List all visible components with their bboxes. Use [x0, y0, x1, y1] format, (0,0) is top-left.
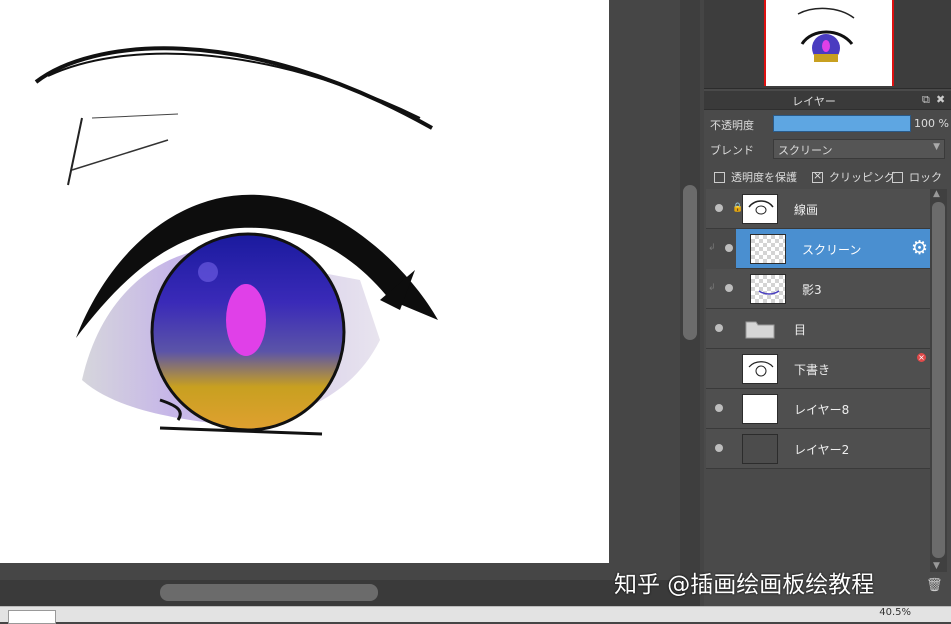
visibility-eye-icon[interactable]: [715, 324, 723, 332]
lock-checkbox[interactable]: ロック: [892, 169, 942, 185]
clipping-checkbox[interactable]: クリッピング: [812, 169, 895, 185]
layer-thumbnail: [750, 274, 786, 304]
blend-label: ブレンド: [710, 144, 754, 157]
right-panel: レイヤー ⧉ ✖ 不透明度 100 % ブレンド スクリーン ▼ 透明度を保護 …: [704, 0, 951, 606]
clipping-label: クリッピング: [829, 171, 895, 184]
opacity-slider[interactable]: [773, 115, 911, 132]
canvas-horizontal-scroll-thumb[interactable]: [160, 584, 378, 601]
layer-name: 線画: [794, 203, 819, 217]
layer-panel-header: レイヤー ⧉ ✖: [704, 91, 951, 110]
layer-list: 🔒 線画 ↲ スクリーン ⚙ ↲ 影3 目 下書き × レイヤー8 レイヤー2: [706, 189, 930, 469]
status-bar: 40.5%: [0, 606, 951, 624]
navigator-thumbnail: [797, 7, 855, 62]
trash-icon[interactable]: 🗑: [926, 578, 943, 593]
layer-thumbnail: [750, 234, 786, 264]
layer-row-selected[interactable]: ↲ スクリーン ⚙: [708, 229, 930, 269]
layer-thumbnail: [742, 194, 778, 224]
clipping-indicator-icon: ↲: [708, 243, 716, 253]
visibility-eye-icon[interactable]: [715, 404, 723, 412]
canvas-vertical-scroll-thumb[interactable]: [683, 185, 697, 340]
protect-alpha-checkbox[interactable]: 透明度を保護: [714, 169, 797, 185]
layer-name: 影3: [802, 283, 822, 297]
visibility-eye-icon[interactable]: [725, 244, 733, 252]
layer-name: 目: [794, 323, 807, 337]
chevron-down-icon: ▼: [933, 142, 940, 152]
popout-icon[interactable]: ⧉: [922, 93, 930, 107]
layer-panel-title: レイヤー: [792, 95, 836, 108]
layer-row[interactable]: レイヤー8: [706, 389, 930, 429]
layer-name: 下書き: [794, 363, 831, 377]
opacity-label: 不透明度: [710, 119, 754, 132]
folder-icon[interactable]: [744, 314, 778, 342]
watermark: 知乎 @插画绘画板绘教程: [614, 572, 875, 598]
layer-name: レイヤー8: [794, 403, 850, 417]
layer-thumbnail: [742, 394, 778, 424]
opacity-value: 100 %: [914, 117, 949, 130]
artboard[interactable]: [0, 0, 609, 563]
layer-thumbnail: [742, 354, 778, 384]
blend-mode-value: スクリーン: [778, 144, 833, 157]
navigator-preview[interactable]: [704, 0, 951, 89]
layer-row-folder[interactable]: 目: [706, 309, 930, 349]
eye-artwork: [34, 46, 438, 436]
gear-icon[interactable]: ⚙: [911, 237, 928, 259]
canvas-area[interactable]: [0, 0, 680, 580]
blend-mode-select[interactable]: スクリーン ▼: [773, 139, 945, 159]
checkbox-checked-icon: [812, 169, 823, 183]
scroll-down-icon[interactable]: ▼: [933, 561, 940, 571]
visibility-eye-icon[interactable]: [715, 204, 723, 212]
close-icon[interactable]: ✖: [936, 93, 945, 106]
protect-alpha-label: 透明度を保護: [731, 171, 797, 184]
layer-row[interactable]: レイヤー2: [706, 429, 930, 469]
visibility-eye-icon[interactable]: [715, 444, 723, 452]
clipping-indicator-icon: ↲: [708, 283, 716, 293]
layer-name: レイヤー2: [794, 443, 850, 457]
layer-list-scroll-thumb[interactable]: [932, 202, 945, 558]
layer-row[interactable]: ↲ 影3: [706, 269, 930, 309]
scroll-up-icon[interactable]: ▲: [933, 189, 940, 199]
checkbox-icon: [892, 171, 903, 183]
lock-label: ロック: [909, 171, 942, 184]
visibility-eye-icon[interactable]: [725, 284, 733, 292]
layer-row[interactable]: 下書き ×: [706, 349, 930, 389]
checkbox-icon: [714, 171, 725, 183]
layer-name: スクリーン: [802, 243, 862, 257]
zoom-readout: 40.5%: [879, 607, 911, 618]
hidden-layer-icon: ×: [917, 353, 926, 362]
status-field[interactable]: [8, 610, 56, 624]
layer-thumbnail: [742, 434, 778, 464]
navigator-view-frame[interactable]: [764, 0, 894, 86]
layer-row[interactable]: 🔒 線画: [706, 189, 930, 229]
